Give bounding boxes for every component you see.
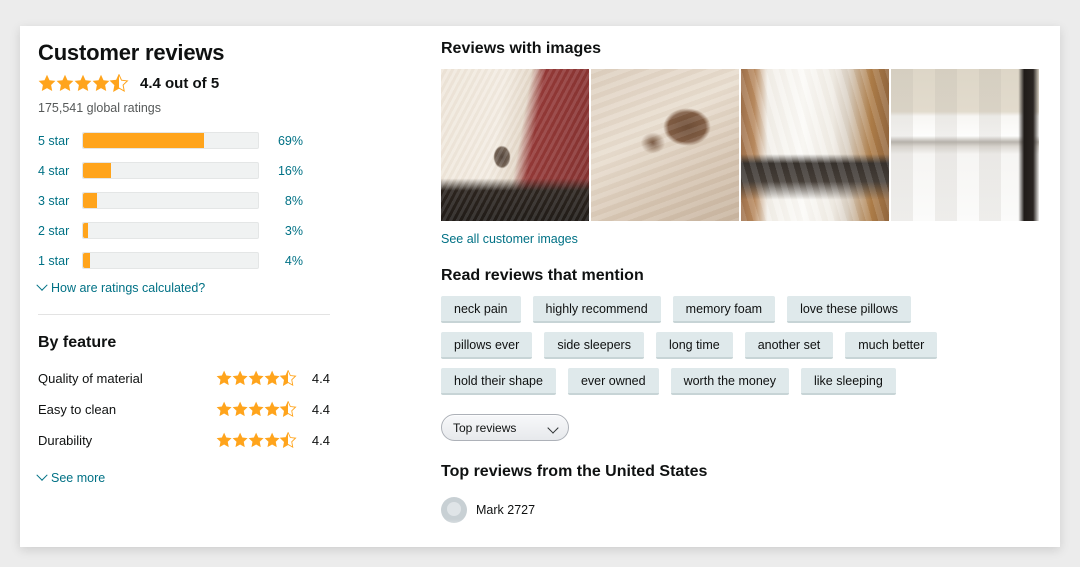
feature-rating-list: Quality of material 4.4 Easy to clean 4.… bbox=[38, 366, 368, 452]
sort-reviews-select[interactable]: Top reviews Most recent bbox=[441, 414, 569, 441]
reviews-content-column: Reviews with images See all customer ima… bbox=[441, 40, 1041, 523]
histogram-bar-4-star[interactable] bbox=[82, 162, 259, 179]
histogram-bar-5-star[interactable] bbox=[82, 132, 259, 149]
feature-value-durability: 4.4 bbox=[311, 432, 330, 448]
star-rating-icon bbox=[214, 370, 300, 386]
feature-row: Easy to clean 4.4 bbox=[38, 397, 330, 421]
list-item[interactable]: Mark 2727 bbox=[441, 497, 1041, 523]
star-rating-icon bbox=[214, 432, 300, 448]
mention-chip[interactable]: neck pain bbox=[441, 296, 521, 323]
bottom-fade-overlay bbox=[20, 519, 1060, 547]
mention-chip[interactable]: long time bbox=[655, 332, 733, 359]
histogram-row[interactable]: 3 star 8% bbox=[38, 189, 330, 212]
customer-image-thumbnail-2[interactable] bbox=[591, 69, 739, 221]
chevron-down-icon bbox=[36, 279, 48, 291]
by-feature-title: By feature bbox=[38, 334, 117, 351]
histogram-bar-3-star[interactable] bbox=[82, 192, 259, 209]
star-rating-icon bbox=[38, 74, 130, 92]
mention-chip[interactable]: love these pillows bbox=[787, 296, 912, 323]
feature-row: Quality of material 4.4 bbox=[38, 366, 330, 390]
customer-reviews-card: Customer reviews 4.4 out of 5 175,541 gl… bbox=[20, 26, 1060, 547]
histogram-row[interactable]: 2 star 3% bbox=[38, 219, 330, 242]
histogram-percent-5-star[interactable]: 69% bbox=[259, 134, 303, 148]
histogram-percent-2-star[interactable]: 3% bbox=[259, 224, 303, 238]
page-title: Customer reviews bbox=[38, 40, 225, 65]
mention-chip[interactable]: side sleepers bbox=[544, 332, 644, 359]
histogram-row[interactable]: 4 star 16% bbox=[38, 159, 330, 182]
histogram-label-3-star[interactable]: 3 star bbox=[38, 194, 82, 208]
how-ratings-calculated-label: How are ratings calculated? bbox=[51, 281, 206, 295]
customer-image-thumbnail-1[interactable] bbox=[441, 69, 589, 221]
feature-row: Durability 4.4 bbox=[38, 428, 330, 452]
see-more-features-link[interactable]: See more bbox=[36, 469, 106, 485]
histogram-bar-fill bbox=[83, 193, 97, 208]
histogram-label-2-star[interactable]: 2 star bbox=[38, 224, 82, 238]
histogram-bar-2-star[interactable] bbox=[82, 222, 259, 239]
mention-chip[interactable]: hold their shape bbox=[441, 368, 556, 395]
star-rating-icon bbox=[214, 401, 300, 417]
read-reviews-that-mention-title: Read reviews that mention bbox=[441, 267, 644, 284]
section-divider bbox=[38, 314, 330, 315]
histogram-bar-fill bbox=[83, 163, 111, 178]
histogram-percent-1-star[interactable]: 4% bbox=[259, 254, 303, 268]
feature-label-easy-to-clean: Easy to clean bbox=[38, 401, 117, 417]
sort-reviews-control[interactable]: Top reviews Most recent bbox=[441, 414, 569, 441]
review-author-name[interactable]: Mark 2727 bbox=[476, 503, 535, 517]
reviews-summary-column: Customer reviews 4.4 out of 5 175,541 gl… bbox=[36, 40, 368, 487]
histogram-row[interactable]: 5 star 69% bbox=[38, 129, 330, 152]
histogram-row[interactable]: 1 star 4% bbox=[38, 249, 330, 272]
mention-chip[interactable]: memory foam bbox=[672, 296, 776, 323]
customer-images-strip bbox=[441, 69, 1041, 221]
feature-value-quality-of-material: 4.4 bbox=[311, 370, 330, 386]
histogram-bar-fill bbox=[83, 253, 90, 268]
mention-chip[interactable]: highly recommend bbox=[532, 296, 661, 323]
histogram-label-1-star[interactable]: 1 star bbox=[38, 254, 82, 268]
global-ratings-count: 175,541 global ratings bbox=[38, 101, 162, 115]
mention-chip[interactable]: like sleeping bbox=[801, 368, 896, 395]
mention-chip[interactable]: ever owned bbox=[567, 368, 659, 395]
histogram-label-5-star[interactable]: 5 star bbox=[38, 134, 82, 148]
see-more-label: See more bbox=[51, 471, 106, 485]
avatar bbox=[441, 497, 467, 523]
mention-chip[interactable]: another set bbox=[744, 332, 834, 359]
histogram-percent-4-star[interactable]: 16% bbox=[259, 164, 303, 178]
customer-image-thumbnail-3[interactable] bbox=[741, 69, 889, 221]
feature-label-quality-of-material: Quality of material bbox=[38, 370, 143, 386]
rating-histogram: 5 star 69% 4 star 16% 3 star 8% 2 star 3… bbox=[38, 129, 330, 272]
customer-image-thumbnail-4[interactable] bbox=[891, 69, 1039, 221]
page-background: Customer reviews 4.4 out of 5 175,541 gl… bbox=[0, 0, 1080, 567]
histogram-label-4-star[interactable]: 4 star bbox=[38, 164, 82, 178]
histogram-bar-fill bbox=[83, 133, 204, 148]
histogram-bar-fill bbox=[83, 223, 89, 238]
overall-rating-row: 4.4 out of 5 bbox=[38, 74, 368, 92]
feature-label-durability: Durability bbox=[38, 432, 93, 448]
mention-chip[interactable]: worth the money bbox=[670, 368, 789, 395]
mention-chip-list: neck pain highly recommend memory foam l… bbox=[441, 296, 981, 395]
mention-chip[interactable]: pillows ever bbox=[441, 332, 533, 359]
reviews-with-images-title: Reviews with images bbox=[441, 40, 602, 57]
chevron-down-icon bbox=[36, 469, 48, 481]
feature-value-easy-to-clean: 4.4 bbox=[311, 401, 330, 417]
histogram-percent-3-star[interactable]: 8% bbox=[259, 194, 303, 208]
mention-chip[interactable]: much better bbox=[845, 332, 938, 359]
histogram-bar-1-star[interactable] bbox=[82, 252, 259, 269]
overall-rating-text: 4.4 out of 5 bbox=[140, 74, 220, 92]
how-ratings-calculated-link[interactable]: How are ratings calculated? bbox=[36, 279, 206, 295]
see-all-customer-images-link[interactable]: See all customer images bbox=[441, 232, 578, 246]
top-reviews-title: Top reviews from the United States bbox=[441, 463, 708, 480]
